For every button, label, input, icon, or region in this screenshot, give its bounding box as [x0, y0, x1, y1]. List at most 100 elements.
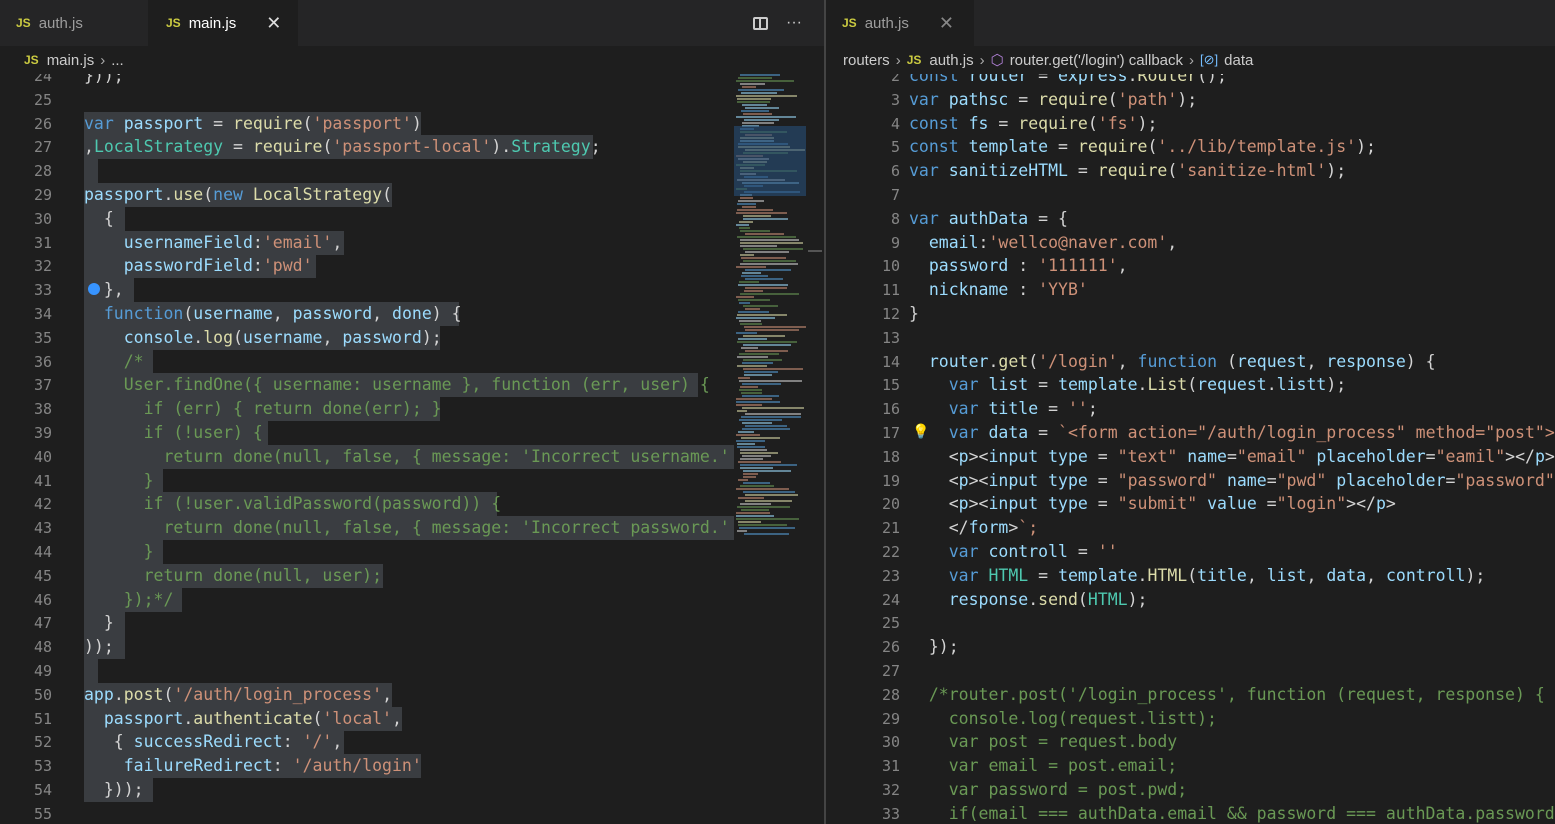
line-number: 49	[33, 662, 52, 680]
breadcrumb-folder[interactable]: routers	[843, 52, 890, 69]
minimap[interactable]	[734, 74, 806, 824]
code-line[interactable]: 36 /*	[0, 349, 824, 374]
code-line[interactable]: 22 var controll = ''	[826, 540, 1555, 564]
vertical-scrollbar[interactable]	[808, 74, 822, 824]
code-line[interactable]: 55	[0, 802, 824, 824]
code-line[interactable]: 34 function(username, password, done) {	[0, 302, 824, 326]
code-text: var passport = require('passport')	[84, 113, 422, 133]
line-number: 40	[33, 447, 52, 466]
minimap-line	[738, 521, 761, 523]
code-line[interactable]: 17 var data = `<form action="/auth/login…	[826, 421, 1555, 445]
code-text: ,LocalStrategy = require('passport-local…	[84, 137, 601, 157]
code-line[interactable]: 45 return done(null, user);	[0, 563, 824, 588]
code-line[interactable]: 51 passport.authenticate('local',	[0, 706, 824, 731]
code-line[interactable]: 24}));	[0, 74, 824, 88]
code-line[interactable]: 14 router.get('/login', function (reques…	[826, 350, 1555, 374]
code-line[interactable]: 2 const router = express.Router();	[826, 74, 1555, 88]
minimap-viewport[interactable]	[734, 126, 806, 196]
code-line[interactable]: 28 /*router.post('/login_process', funct…	[826, 683, 1555, 707]
code-line[interactable]: 13	[826, 326, 1555, 350]
code-line[interactable]: 3 var pathsc = require('path');	[826, 88, 1555, 112]
code-editor[interactable]: 24})); 25 26 var passport = require('passpo…	[0, 74, 824, 824]
breadcrumb-function[interactable]: router.get('/login') callback	[1010, 52, 1183, 69]
close-icon[interactable]: ✕	[266, 13, 281, 34]
breadcrumb-symbol[interactable]: ...	[111, 52, 124, 69]
code-line[interactable]: 32 var password = post.pwd;	[826, 778, 1555, 802]
code-line[interactable]: 48));	[0, 635, 824, 660]
code-line[interactable]: 35 console.log(username, password);	[0, 325, 824, 350]
code-line[interactable]: 5 const template = require('../lib/templa…	[826, 135, 1555, 159]
code-line[interactable]: 43 return done(null, false, { message: '…	[0, 516, 824, 541]
code-line[interactable]: 9 email:'wellco@naver.com',	[826, 231, 1555, 255]
code-line[interactable]: 30 var post = request.body	[826, 730, 1555, 754]
code-line[interactable]: 41 }	[0, 468, 824, 493]
tab-auth-js[interactable]: JS auth.js ✕	[826, 0, 974, 46]
more-actions-icon[interactable]: ···	[786, 14, 802, 32]
minimap-line	[743, 470, 791, 472]
code-line[interactable]: 33 },	[0, 278, 824, 303]
code-line[interactable]: 32 passwordField:'pwd'	[0, 254, 824, 279]
code-text: }	[84, 613, 114, 633]
code-line[interactable]: 25	[826, 611, 1555, 635]
variable-icon: [⊘]	[1200, 52, 1219, 67]
code-line[interactable]: 30 {	[0, 206, 824, 231]
code-line[interactable]: 27	[826, 659, 1555, 683]
code-line[interactable]: 15 var list = template.List(request.list…	[826, 373, 1555, 397]
code-line[interactable]: 20 <p><input type = "submit" value ="log…	[826, 492, 1555, 516]
code-line[interactable]: 52 { successRedirect: '/',	[0, 730, 824, 755]
code-line[interactable]: 10 password : '111111',	[826, 254, 1555, 278]
code-line[interactable]: 44 }	[0, 540, 824, 564]
code-line[interactable]: 26 });	[826, 635, 1555, 659]
minimap-line	[740, 503, 771, 505]
code-line[interactable]: 19 <p><input type = "password" name="pwd…	[826, 469, 1555, 493]
split-editor-icon[interactable]	[753, 16, 769, 30]
code-line[interactable]: 33 if(email === authData.email && passwo…	[826, 802, 1555, 824]
code-line[interactable]: 46 });*/	[0, 587, 824, 612]
code-line[interactable]: 53 failureRedirect: '/auth/login'	[0, 754, 824, 779]
code-line[interactable]: 42 if (!user.validPassword(password)) {	[0, 492, 824, 517]
code-line[interactable]: 12}	[826, 302, 1555, 326]
code-line[interactable]: 54 }));	[0, 778, 824, 802]
code-editor[interactable]: 2 const router = express.Router(); 3 var pa…	[826, 74, 1555, 824]
minimap-line	[742, 428, 790, 430]
code-line[interactable]: 25	[0, 88, 824, 112]
lightbulb-icon[interactable]: 💡	[912, 425, 929, 439]
minimap-line	[740, 230, 770, 232]
breadcrumb-variable[interactable]: data	[1224, 52, 1253, 69]
code-line[interactable]: 29 passport.use(new LocalStrategy(	[0, 183, 824, 207]
line-number: 13	[881, 328, 900, 347]
code-line[interactable]: 6 var sanitizeHTML = require('sanitize-ht…	[826, 159, 1555, 183]
code-line[interactable]: 21 </form>`;	[826, 516, 1555, 540]
code-line[interactable]: 7	[826, 183, 1555, 207]
code-line[interactable]: 24 response.send(HTML);	[826, 588, 1555, 612]
code-line[interactable]: 8 var authData = {	[826, 207, 1555, 231]
code-line[interactable]: 50 app.post('/auth/login_process',	[0, 682, 824, 707]
code-line[interactable]: 37 User.findOne({ username: username }, …	[0, 373, 824, 398]
code-line[interactable]: 49	[0, 659, 824, 683]
close-icon[interactable]: ✕	[939, 13, 954, 34]
minimap-line	[745, 425, 787, 427]
code-line[interactable]: 28	[0, 159, 824, 184]
code-line[interactable]: 16 var title = '';	[826, 397, 1555, 421]
minimap-line	[736, 212, 787, 214]
code-line[interactable]: 23 var HTML = template.HTML(title, list,…	[826, 564, 1555, 588]
minimap-line	[737, 236, 796, 238]
breadcrumb-file[interactable]: main.js	[47, 52, 95, 69]
code-line[interactable]: 39 if (!user) {	[0, 421, 824, 445]
code-line[interactable]: 47 }	[0, 611, 824, 636]
code-line[interactable]: 31 var email = post.email;	[826, 754, 1555, 778]
code-line[interactable]: 26 var passport = require('passport')	[0, 111, 824, 136]
tab-auth-js[interactable]: JS auth.js	[0, 0, 148, 46]
code-line[interactable]: 27 ,LocalStrategy = require('passport-loc…	[0, 135, 824, 160]
code-line[interactable]: 40 return done(null, false, { message: '…	[0, 444, 824, 469]
code-line[interactable]: 18 <p><input type = "text" name="email" …	[826, 445, 1555, 469]
code-line[interactable]: 38 if (err) { return done(err); }	[0, 397, 824, 422]
code-line[interactable]: 4 const fs = require('fs');	[826, 112, 1555, 136]
code-line[interactable]: 31 usernameField:'email',	[0, 230, 824, 255]
minimap-line	[740, 242, 803, 244]
minimap-line	[736, 404, 762, 406]
code-line[interactable]: 11 nickname : 'YYB'	[826, 278, 1555, 302]
tab-main-js[interactable]: JS main.js ✕	[148, 0, 298, 46]
code-line[interactable]: 29 console.log(request.listt);	[826, 707, 1555, 731]
breadcrumb-file[interactable]: auth.js	[929, 52, 973, 69]
